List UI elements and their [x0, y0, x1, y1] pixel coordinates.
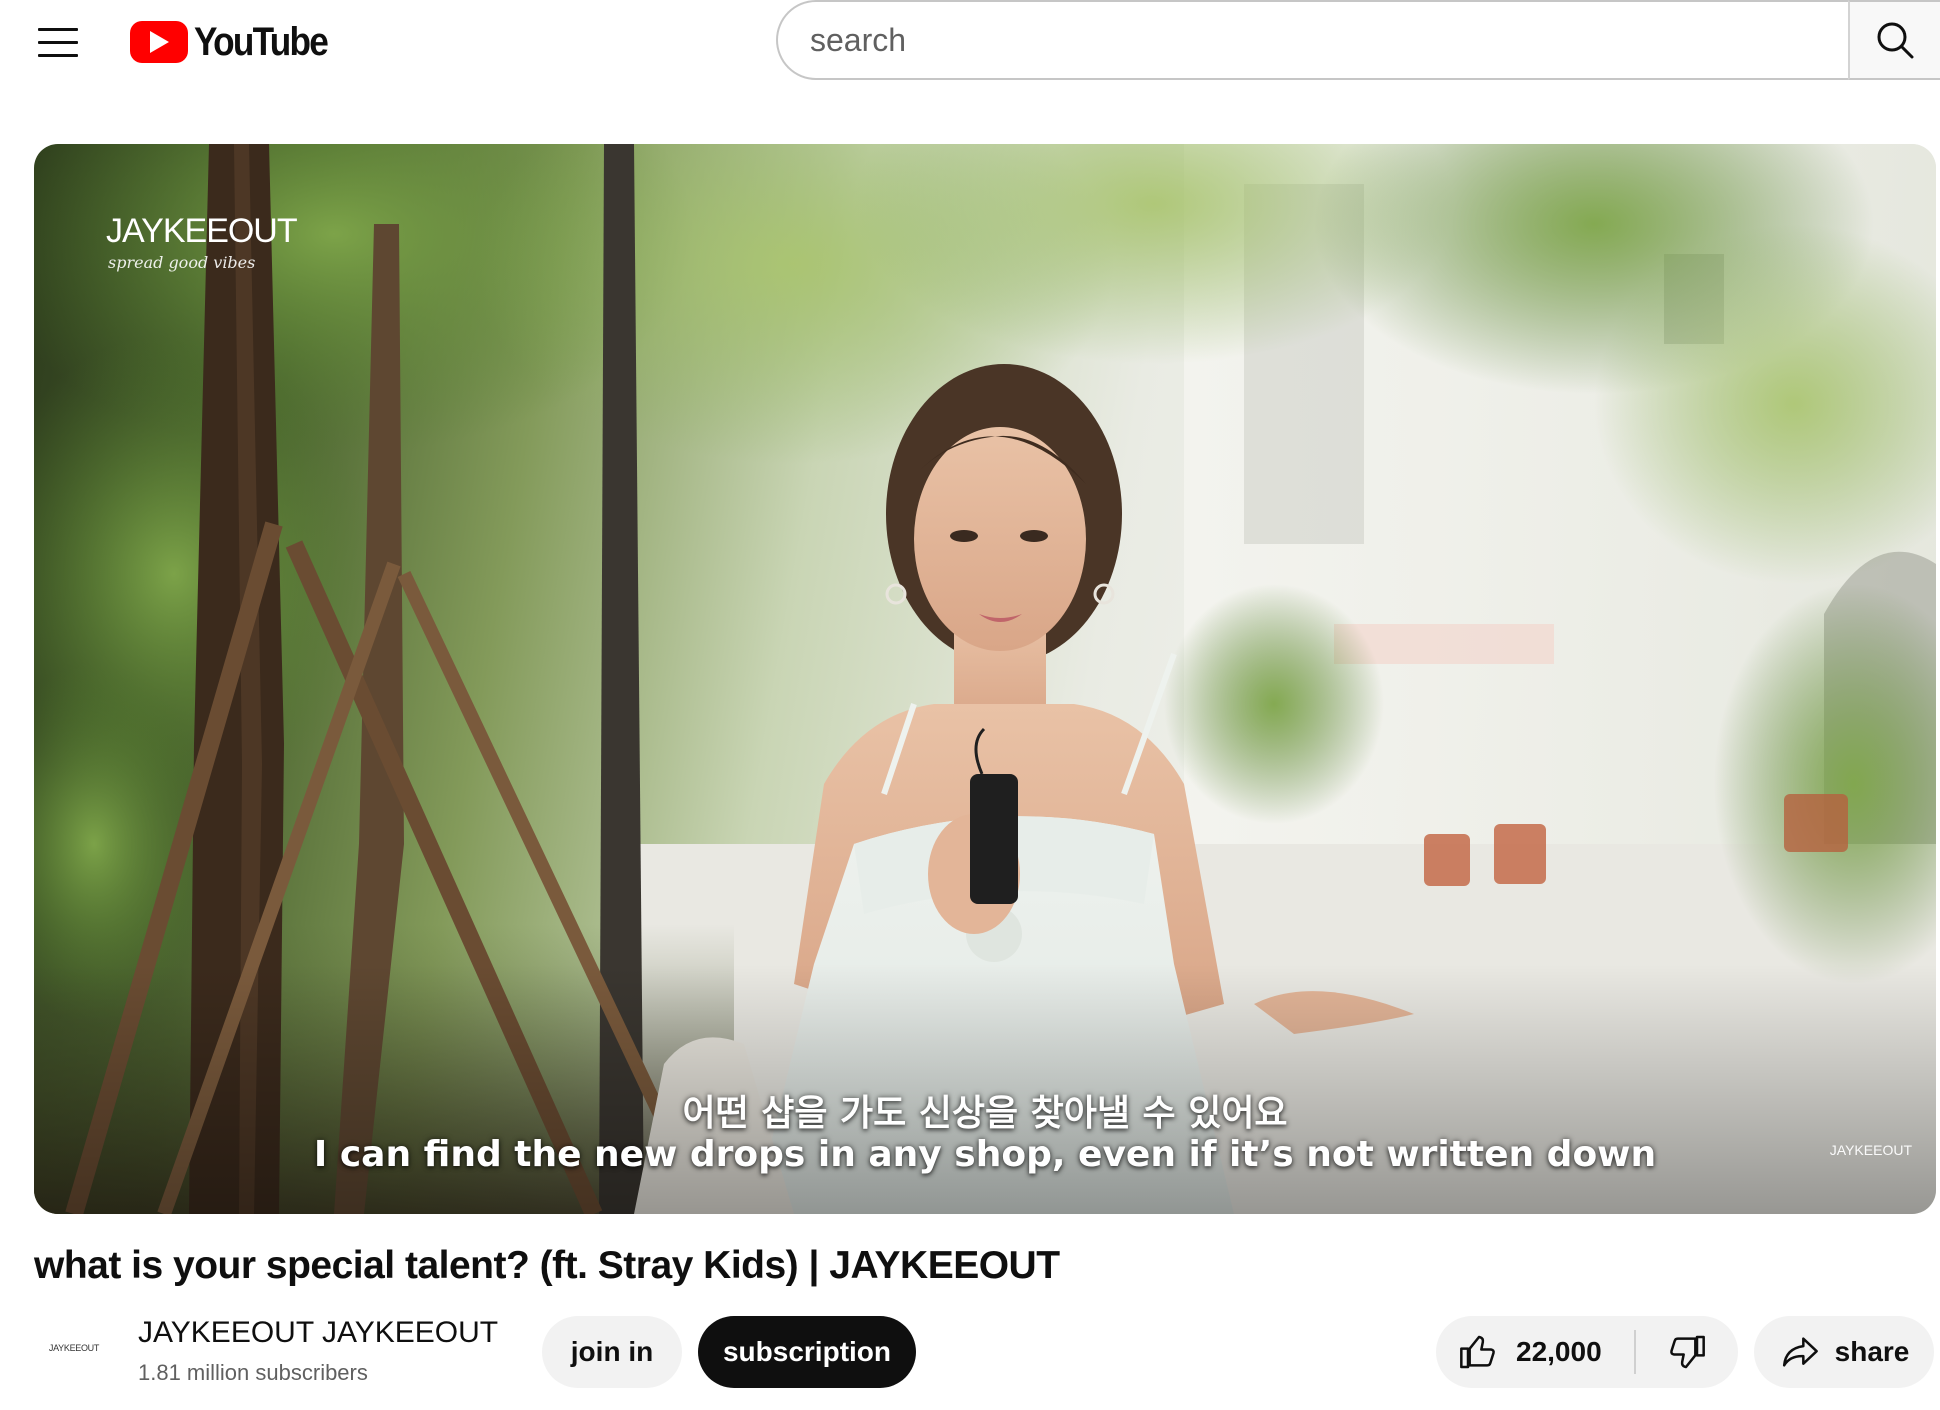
menu-icon[interactable]: [30, 18, 86, 66]
dislike-button[interactable]: [1636, 1316, 1738, 1388]
subtitle-english: I can find the new drops in any shop, ev…: [313, 1134, 1657, 1175]
search-icon: [1877, 22, 1914, 59]
search-box: [776, 0, 1940, 80]
video-frame: [34, 144, 1936, 1214]
thumbs-down-icon: [1670, 1335, 1705, 1369]
subscribe-button[interactable]: subscription: [698, 1316, 916, 1388]
share-label: share: [1834, 1336, 1910, 1367]
logo-text: YouTube: [194, 19, 329, 64]
search-input[interactable]: [808, 2, 1808, 78]
like-dislike-group: 22,000: [1436, 1316, 1738, 1388]
search-button[interactable]: [1848, 0, 1940, 80]
like-count: 22,000: [1516, 1336, 1602, 1367]
youtube-logo[interactable]: YouTube: [130, 18, 345, 66]
masthead: YouTube: [0, 0, 1940, 90]
join-button[interactable]: join in: [542, 1316, 682, 1388]
play-icon: [130, 21, 188, 63]
subtitle-korean: 어떤 샵을 가도 신상을 찾아낼 수 있어요: [682, 1093, 1288, 1134]
subscriber-count: 1.81 million subscribers: [138, 1360, 368, 1385]
video-player[interactable]: JAYKEEOUT spread good vibes JAYKEEOUT 어떤…: [34, 144, 1936, 1214]
thumbs-up-icon: [1460, 1335, 1495, 1369]
watermark-tagline: spread good vibes: [108, 253, 256, 272]
share-button[interactable]: share: [1754, 1316, 1934, 1388]
share-icon: [1782, 1337, 1818, 1367]
channel-avatar[interactable]: JAYKEEOUT: [34, 1308, 114, 1388]
channel-name[interactable]: JAYKEEOUT JAYKEEOUT: [138, 1316, 498, 1350]
channel-watermark: JAYKEEOUT spread good vibes: [106, 212, 298, 272]
video-title: what is your special talent? (ft. Stray …: [34, 1244, 1060, 1287]
like-button[interactable]: 22,000: [1436, 1316, 1632, 1388]
watermark-name: JAYKEEOUT: [106, 212, 298, 250]
